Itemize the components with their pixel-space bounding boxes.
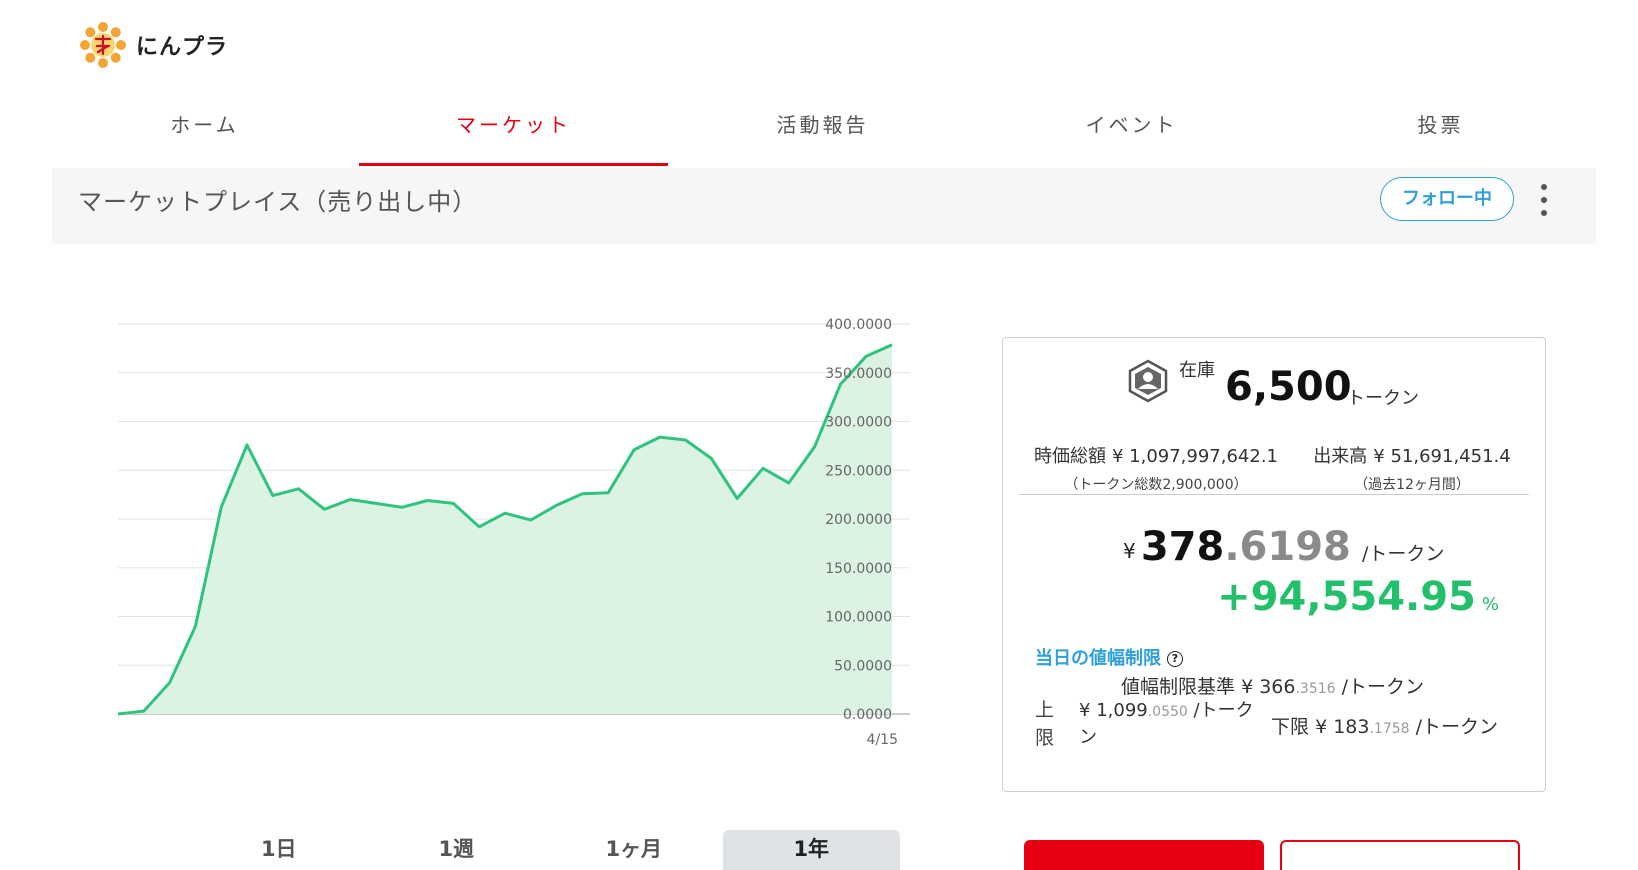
token-info-card: 在庫 6,500 トークン 時価総額 ¥ 1,097,997,642.1 （トーク… bbox=[1002, 337, 1546, 792]
tab-activity-report[interactable]: 活動報告 bbox=[668, 98, 977, 166]
limit-base-unit: /トークン bbox=[1341, 676, 1425, 698]
sunflower-logo-icon bbox=[80, 22, 126, 68]
main-nav: ホーム マーケット 活動報告 イベント 投票 bbox=[50, 98, 1595, 166]
range-selector: 1日 1週 1ヶ月 1年 bbox=[190, 830, 900, 870]
change-unit: % bbox=[1481, 594, 1499, 615]
y-tick-label: 100.0000 bbox=[825, 610, 892, 626]
limit-base: 値幅制限基準 ¥ 366.3516 /トークン bbox=[1121, 672, 1424, 699]
upper-limit-label: 上限 bbox=[1035, 699, 1055, 749]
x-tick-label: 4/15 bbox=[867, 732, 898, 748]
market-cap-value: ¥ 1,097,997,642.1 bbox=[1111, 446, 1279, 467]
tab-market[interactable]: マーケット bbox=[359, 98, 668, 166]
market-cap-note: （トークン総数2,900,000） bbox=[1064, 477, 1248, 493]
tab-home[interactable]: ホーム bbox=[50, 98, 359, 166]
follow-button[interactable]: フォロー中 bbox=[1380, 177, 1514, 221]
range-tab-1w[interactable]: 1週 bbox=[368, 830, 546, 870]
range-tab-1y[interactable]: 1年 bbox=[722, 830, 900, 870]
y-tick-label: 150.0000 bbox=[825, 561, 892, 577]
price-area bbox=[118, 344, 892, 714]
volume-note: （過去12ヶ月間） bbox=[1354, 477, 1470, 493]
app-logo[interactable]: にんプラ bbox=[80, 22, 228, 68]
price-chart-svg: 0.0000 50.0000 100.0000 150.0000 200.0000 250… bbox=[117, 317, 910, 748]
limit-base-currency: ¥ bbox=[1241, 676, 1254, 698]
price-limit-label: 当日の値幅制限 bbox=[1035, 648, 1161, 669]
y-tick-label: 250.0000 bbox=[825, 463, 892, 479]
tab-vote[interactable]: 投票 bbox=[1286, 98, 1595, 166]
price-currency: ¥ bbox=[1123, 539, 1136, 563]
app-name: にんプラ bbox=[136, 35, 229, 60]
price-unit: /トークン bbox=[1361, 543, 1445, 565]
upper-decimal: .0550 bbox=[1147, 704, 1188, 720]
sell-button[interactable] bbox=[1280, 840, 1520, 870]
limit-base-decimal: .3516 bbox=[1295, 681, 1336, 697]
volume-value: ¥ 51,691,451.4 bbox=[1373, 446, 1511, 467]
lower-limit-label: 下限 bbox=[1271, 716, 1310, 738]
market-cap-block: 時価総額 ¥ 1,097,997,642.1 （トークン総数2,900,000） bbox=[1027, 442, 1285, 494]
y-tick-label: 350.0000 bbox=[825, 366, 892, 382]
price-decimal: .6198 bbox=[1224, 524, 1351, 570]
upper-limit-value: ¥ 1,099.0550 /トークン bbox=[1079, 698, 1255, 751]
lower-decimal: .1758 bbox=[1369, 721, 1410, 737]
y-tick-label: 300.0000 bbox=[825, 415, 892, 431]
price-limit-title[interactable]: 当日の値幅制限? bbox=[1035, 644, 1183, 670]
upper-integer: 1,099 bbox=[1096, 700, 1148, 721]
card-divider bbox=[1019, 494, 1529, 495]
buy-button[interactable] bbox=[1024, 840, 1264, 870]
inventory-unit: トークン bbox=[1347, 388, 1419, 409]
marketplace-header: マーケットプレイス（売り出し中） フォロー中 bbox=[52, 168, 1596, 244]
lower-limit: 下限 ¥ 183.1758 /トークン bbox=[1271, 712, 1498, 739]
y-tick-label: 50.0000 bbox=[834, 658, 892, 674]
y-tick-label: 400.0000 bbox=[825, 317, 892, 333]
tab-event[interactable]: イベント bbox=[977, 98, 1286, 166]
volume-block: 出来高 ¥ 51,691,451.4 （過去12ヶ月間） bbox=[1299, 442, 1525, 494]
y-tick-label: 200.0000 bbox=[825, 512, 892, 528]
more-menu-icon[interactable] bbox=[1536, 184, 1552, 216]
price-change: +94,554.95% bbox=[1217, 574, 1499, 620]
lower-unit: /トークン bbox=[1415, 716, 1499, 738]
limit-base-integer: 366 bbox=[1259, 676, 1296, 698]
page-title: マーケットプレイス（売り出し中） bbox=[78, 188, 478, 216]
current-price: ¥ 378.6198 /トークン bbox=[1123, 524, 1444, 570]
upper-currency: ¥ bbox=[1079, 700, 1091, 721]
limit-base-label: 値幅制限基準 bbox=[1121, 676, 1236, 698]
market-cap-label: 時価総額 bbox=[1033, 446, 1106, 467]
help-icon[interactable]: ? bbox=[1167, 651, 1183, 667]
y-tick-label: 0.0000 bbox=[843, 707, 892, 723]
inventory-value: 6,500 bbox=[1225, 364, 1352, 410]
volume-label: 出来高 bbox=[1313, 446, 1368, 467]
range-tab-1m[interactable]: 1ヶ月 bbox=[545, 830, 723, 870]
price-integer: 378 bbox=[1140, 524, 1225, 570]
change-value: +94,554.95 bbox=[1217, 574, 1476, 620]
lower-currency: ¥ bbox=[1315, 716, 1328, 738]
inventory-label: 在庫 bbox=[1179, 360, 1215, 381]
price-chart: 0.0000 50.0000 100.0000 150.0000 200.0000 250… bbox=[100, 300, 960, 760]
range-tab-1d[interactable]: 1日 bbox=[190, 830, 368, 870]
lower-integer: 183 bbox=[1333, 716, 1370, 738]
inventory-box-icon bbox=[1128, 359, 1168, 403]
